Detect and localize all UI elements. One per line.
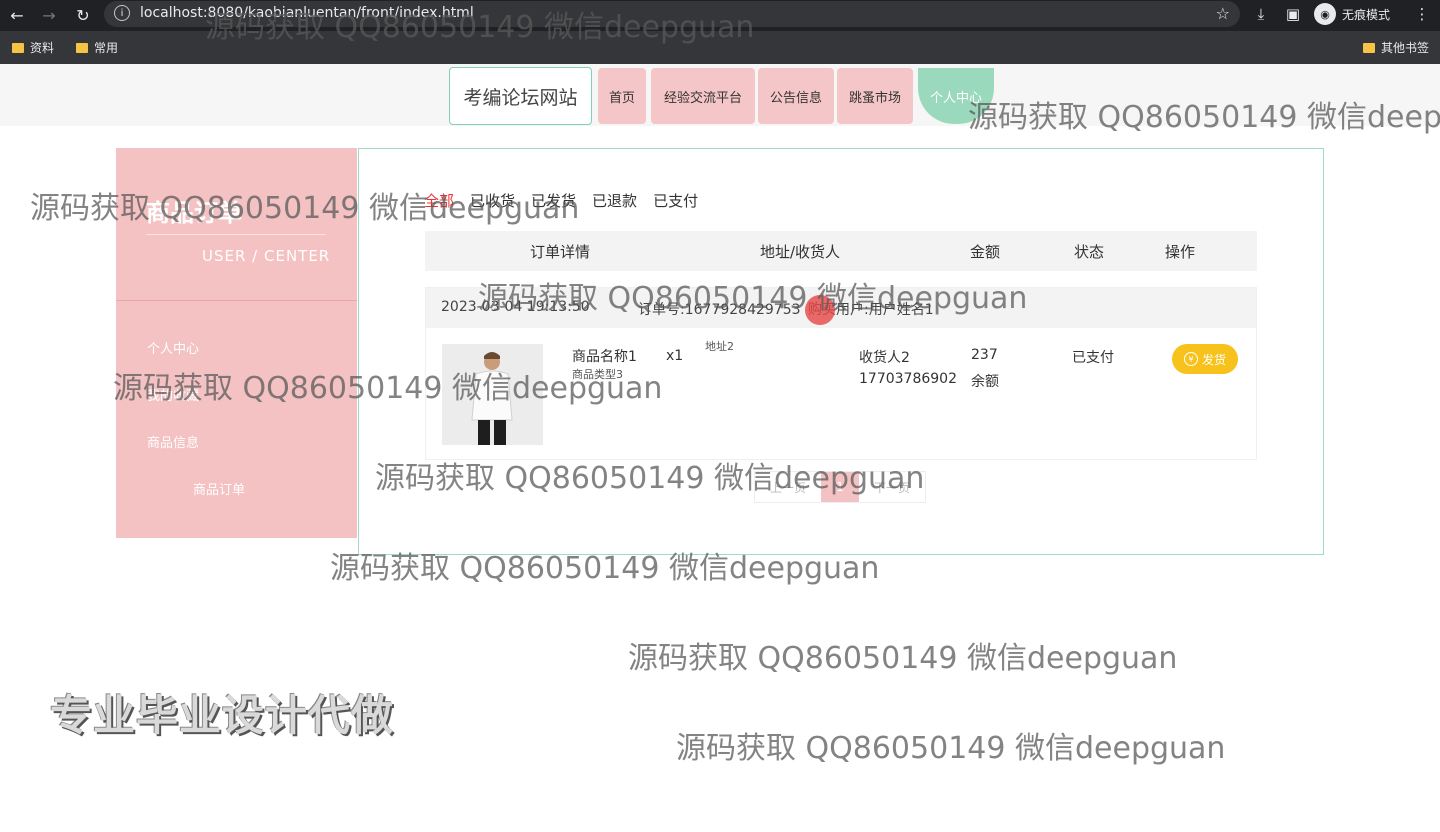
sidebar-item-user-center[interactable]: 个人中心 [147,338,199,357]
sidebar-item-products[interactable]: 商品信息 [147,432,199,451]
incognito-label: 无痕模式 [1342,7,1391,22]
watermark: 源码获取 QQ86050149 微信deepguan [205,10,755,45]
bookmark-folder-2[interactable]: 常用 [76,39,118,56]
forward-icon[interactable]: → [38,4,60,26]
bookmark-star-icon[interactable]: ☆ [1216,4,1230,23]
watermark: 源码获取 QQ86050149 微信deepguan [330,551,880,586]
table-header: 订单详情 地址/收货人 金额 状态 操作 [425,231,1257,271]
nav-notices[interactable]: 公告信息 [758,68,834,124]
nav-market[interactable]: 跳蚤市场 [837,68,913,124]
order-amount: 237 [971,347,998,363]
site-logo[interactable]: 考编论坛网站 [449,67,592,125]
receiver-name: 收货人2 [859,350,910,366]
ship-button[interactable]: ¥ 发货 [1172,344,1238,374]
ship-button-label: 发货 [1201,352,1226,367]
bookmark-label: 其他书签 [1381,41,1430,55]
promo-text: 专业毕业设计代做 [50,691,395,740]
column-header: 地址/收货人 [760,243,841,261]
product-quantity: x1 [666,348,684,364]
download-icon[interactable]: ⤓ [1251,4,1271,24]
order-address: 地址2 [705,340,734,353]
watermark: 源码获取 QQ86050149 微信deepg [968,100,1440,135]
reload-icon[interactable]: ↻ [72,4,94,26]
column-header: 订单详情 [530,243,591,261]
tab-paid[interactable]: 已支付 [653,190,698,211]
folder-icon [76,42,88,53]
watermark: 源码获取 QQ86050149 微信deepguan [676,731,1226,766]
back-icon[interactable]: ← [6,4,28,26]
bookmark-label: 常用 [94,41,119,55]
watermark: 源码获取 QQ86050149 微信deepguan [375,461,925,496]
pay-method: 余额 [971,374,999,390]
sidebar-item-orders[interactable]: 商品订单 [193,479,245,498]
column-header: 操作 [1165,243,1196,261]
info-icon[interactable]: i [114,5,130,21]
column-header: 状态 [1074,243,1105,261]
yen-icon: ¥ [1183,352,1198,366]
side-panel-icon[interactable]: ▣ [1283,4,1303,24]
order-status: 已支付 [1072,350,1114,366]
bookmark-label: 资料 [30,41,55,55]
watermark: 源码获取 QQ86050149 微信deepguan [628,641,1178,676]
watermark: 源码获取 QQ86050149 微信deepguan [30,191,580,226]
folder-icon [1363,42,1375,53]
incognito-indicator[interactable]: ◉ 无痕模式 [1314,3,1390,25]
menu-icon[interactable]: ⋮ [1412,4,1432,24]
other-bookmarks[interactable]: 其他书签 [1363,39,1429,56]
column-header: 金额 [970,243,1001,261]
nav-home[interactable]: 首页 [598,68,646,124]
watermark: 源码获取 QQ86050149 微信deepguan [478,281,1028,316]
receiver-phone: 17703786902 [859,371,957,387]
divider [116,300,357,301]
tab-refunded[interactable]: 已退款 [592,190,637,211]
folder-icon [12,42,24,53]
divider [146,234,326,235]
sidebar-subtitle: USER / CENTER [202,247,331,265]
incognito-icon: ◉ [1314,3,1336,25]
watermark: 源码获取 QQ86050149 微信deepguan [113,371,663,406]
nav-forum[interactable]: 经验交流平台 [651,68,755,124]
bookmark-folder-1[interactable]: 资料 [12,39,54,56]
